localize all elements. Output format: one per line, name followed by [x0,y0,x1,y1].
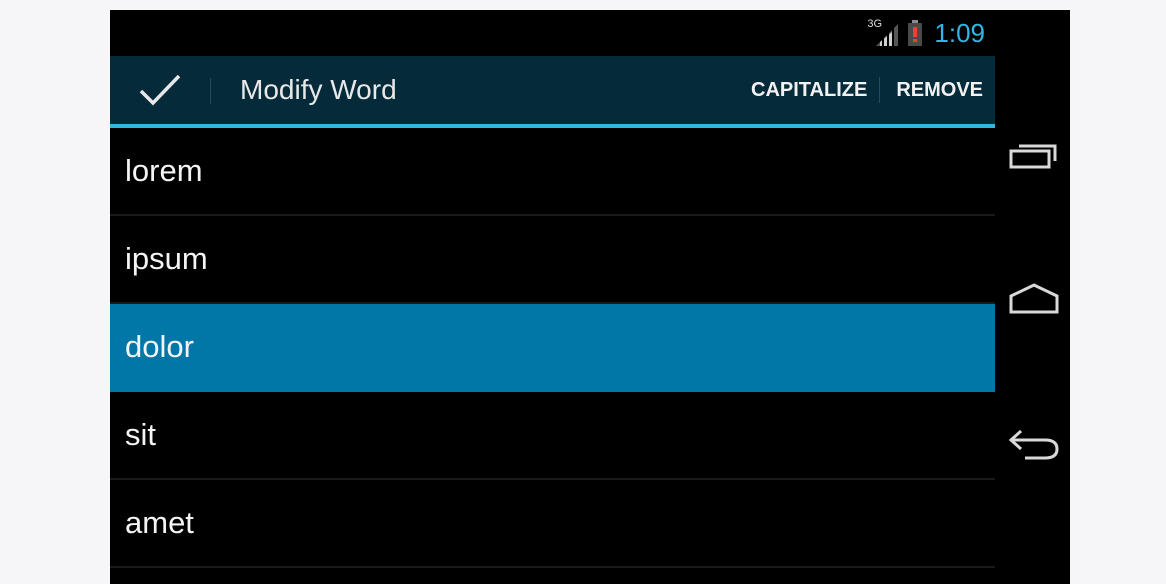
done-divider [210,78,211,104]
status-icons: 3G 1:09 [867,17,985,49]
checkmark-icon [139,74,181,106]
device-screen: 3G 1:09 Modify Word CAPITALIZE REMOVE lo… [110,10,1070,584]
contextual-action-bar: Modify Word CAPITALIZE REMOVE [110,56,995,128]
home-icon[interactable] [1007,278,1061,318]
battery-alert-icon [908,20,923,46]
list-item[interactable]: amet [110,480,995,568]
status-bar: 3G 1:09 [110,10,995,56]
list-item[interactable]: lorem [110,128,995,216]
network-type-label: 3G [867,18,883,30]
remove-button[interactable]: REMOVE [880,56,995,124]
action-items: CAPITALIZE REMOVE [735,56,995,124]
capitalize-button[interactable]: CAPITALIZE [735,56,879,124]
word-list: lorem ipsum dolor sit amet [110,128,995,568]
navigation-bar [995,10,1070,584]
status-clock: 1:09 [934,18,985,48]
list-item[interactable]: sit [110,392,995,480]
signal-icon: 3G [867,18,900,46]
back-icon[interactable] [1007,423,1061,463]
list-item-selected[interactable]: dolor [110,304,995,392]
list-item[interactable]: ipsum [110,216,995,304]
done-button[interactable] [110,56,210,124]
recent-apps-icon[interactable] [1007,135,1061,175]
action-bar-title: Modify Word [240,74,397,105]
